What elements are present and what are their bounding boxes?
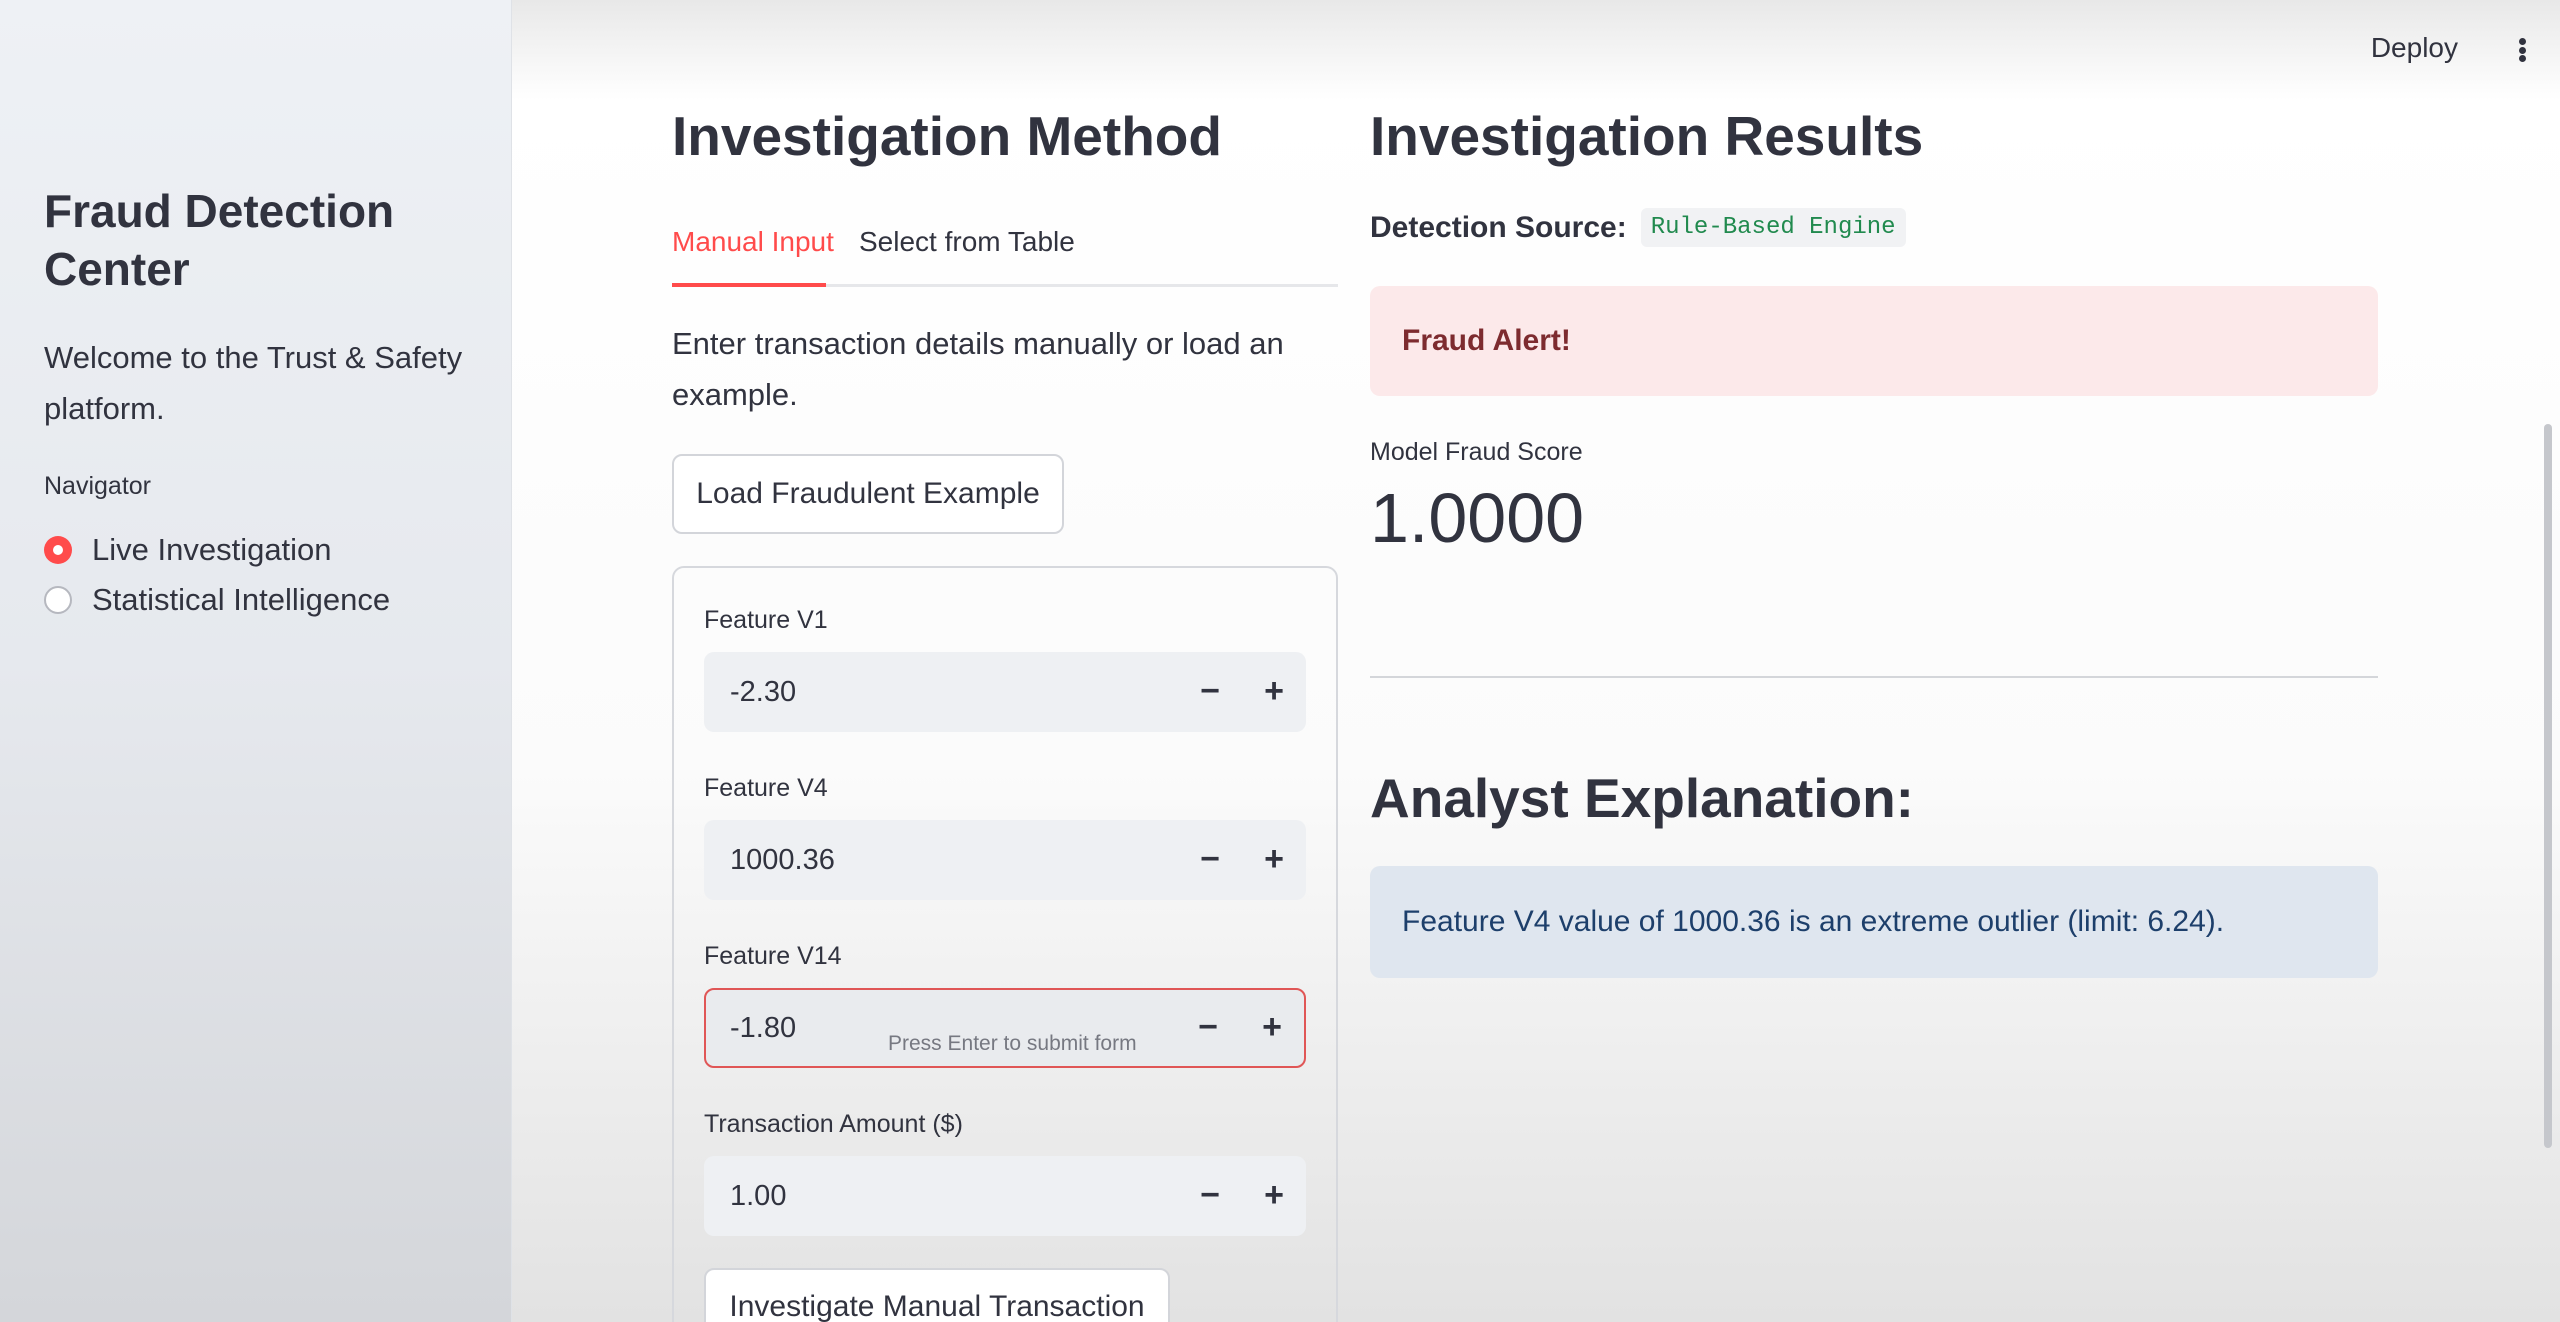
feature-v4-value[interactable]: 1000.36 xyxy=(730,820,835,900)
results-divider xyxy=(1370,676,2378,678)
investigation-method-heading: Investigation Method xyxy=(672,105,1222,167)
top-bar: Deploy xyxy=(512,0,2560,100)
radio-live-investigation[interactable]: Live Investigation xyxy=(44,532,332,568)
deploy-button[interactable]: Deploy xyxy=(2371,32,2458,64)
decrement-icon[interactable]: − xyxy=(1178,652,1242,732)
fraud-alert-box: Fraud Alert! xyxy=(1370,286,2378,396)
model-fraud-score-value: 1.0000 xyxy=(1370,479,1585,557)
kebab-menu-icon[interactable] xyxy=(2504,32,2540,68)
sidebar: Fraud Detection Center Welcome to the Tr… xyxy=(0,0,512,1322)
radio-statistical-intelligence[interactable]: Statistical Intelligence xyxy=(44,582,390,618)
sidebar-welcome-text: Welcome to the Trust & Safety platform. xyxy=(44,340,463,426)
increment-icon[interactable]: + xyxy=(1242,1156,1306,1236)
feature-v14-value[interactable]: -1.80 xyxy=(730,990,796,1070)
radio-label: Statistical Intelligence xyxy=(92,582,391,617)
model-fraud-score-label: Model Fraud Score xyxy=(1370,438,1583,466)
analyst-explanation-heading: Analyst Explanation: xyxy=(1370,767,1914,829)
decrement-icon[interactable]: − xyxy=(1176,990,1240,1070)
feature-v1-label: Feature V1 xyxy=(704,606,828,634)
sidebar-title: Fraud Detection Center xyxy=(44,185,395,295)
feature-v4-input[interactable]: 1000.36 − + xyxy=(704,820,1306,900)
feature-v1-input[interactable]: -2.30 − + xyxy=(704,652,1306,732)
feature-v14-label: Feature V14 xyxy=(704,942,842,970)
detection-source: Detection Source: Rule-Based Engine xyxy=(1370,208,1906,247)
intro-text: Enter transaction details manually or lo… xyxy=(672,326,1284,412)
tab-manual-input[interactable]: Manual Input xyxy=(672,226,834,258)
active-tab-indicator xyxy=(672,283,826,287)
transaction-amount-label: Transaction Amount ($) xyxy=(704,1110,963,1138)
feature-v14-input[interactable]: -1.80 Press Enter to submit form − + xyxy=(704,988,1306,1068)
detection-source-label: Detection Source: xyxy=(1370,210,1627,244)
feature-v1-value[interactable]: -2.30 xyxy=(730,652,796,732)
detection-source-value: Rule-Based Engine xyxy=(1640,208,1906,247)
radio-unselected-icon xyxy=(44,586,72,614)
navigator-label: Navigator xyxy=(44,472,151,500)
increment-icon[interactable]: + xyxy=(1242,652,1306,732)
radio-label: Live Investigation xyxy=(92,532,332,567)
decrement-icon[interactable]: − xyxy=(1178,1156,1242,1236)
feature-v4-label: Feature V4 xyxy=(704,774,828,802)
submit-hint: Press Enter to submit form xyxy=(888,1032,1137,1055)
investigation-results-heading: Investigation Results xyxy=(1370,105,1924,167)
decrement-icon[interactable]: − xyxy=(1178,820,1242,900)
investigate-manual-transaction-button[interactable]: Investigate Manual Transaction xyxy=(704,1268,1170,1322)
analyst-explanation-text: Feature V4 value of 1000.36 is an extrem… xyxy=(1402,905,2225,938)
increment-icon[interactable]: + xyxy=(1242,820,1306,900)
transaction-amount-value[interactable]: 1.00 xyxy=(730,1156,786,1236)
radio-selected-icon xyxy=(44,536,72,564)
load-fraudulent-example-button[interactable]: Load Fraudulent Example xyxy=(672,454,1064,534)
transaction-amount-input[interactable]: 1.00 − + xyxy=(704,1156,1306,1236)
fraud-alert-text: Fraud Alert! xyxy=(1402,324,1571,357)
tab-select-from-table[interactable]: Select from Table xyxy=(859,226,1075,258)
increment-icon[interactable]: + xyxy=(1240,990,1304,1070)
method-tabs: Manual Input Select from Table xyxy=(672,222,1338,287)
page-scrollbar[interactable] xyxy=(2544,424,2552,1148)
analyst-explanation-box: Feature V4 value of 1000.36 is an extrem… xyxy=(1370,866,2378,978)
